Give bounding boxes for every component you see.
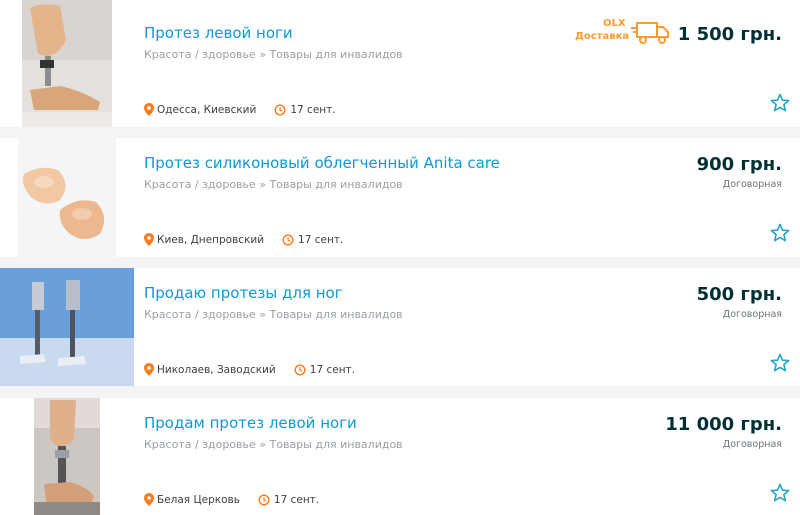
listing-card[interactable]: Продаю протезы для ног Красота / здоровь… [0, 268, 800, 386]
negotiable-label: Договорная [722, 439, 782, 450]
listing-title[interactable]: Продам протез левой ноги [144, 414, 357, 432]
listing-photo[interactable] [0, 398, 134, 515]
clock-refresh-icon [274, 103, 286, 116]
listing-meta: Одесса, Киевский 17 сент. [144, 103, 336, 116]
listing-meta: Белая Церковь 17 сент. [144, 493, 319, 506]
listing-meta: Киев, Днепровский 17 сент. [144, 233, 343, 246]
location-pin-icon [144, 363, 154, 376]
listing-photo[interactable] [0, 0, 134, 127]
olx-delivery-badge: OLX Доставка [573, 18, 673, 48]
listing-price: 900 грн. [696, 154, 782, 175]
listing-location: Одесса, Киевский [157, 103, 257, 116]
listing-meta: Николаев, Заводский 17 сент. [144, 363, 355, 376]
listing-date: 17 сент. [309, 363, 356, 376]
star-outline-icon[interactable] [770, 223, 790, 243]
listing-category: Красота / здоровье » Товары для инвалидо… [144, 178, 403, 191]
location-pin-icon [144, 493, 154, 506]
star-outline-icon[interactable] [770, 93, 790, 113]
listing-date: 17 сент. [298, 233, 344, 246]
listing-card[interactable]: Протез силиконовый облегченный Anita car… [0, 138, 800, 257]
listing-category: Красота / здоровье » Товары для инвалидо… [144, 308, 403, 321]
listing-title[interactable]: Протез силиконовый облегченный Anita car… [144, 154, 500, 172]
listing-price: 500 грн. [696, 284, 782, 305]
clock-refresh-icon [282, 233, 294, 246]
olx-delivery-label: Доставка [575, 31, 630, 42]
star-outline-icon[interactable] [770, 483, 790, 503]
olx-delivery-brand: OLX [603, 18, 626, 29]
listing-card[interactable]: Продам протез левой ноги Красота / здоро… [0, 398, 800, 515]
listing-location: Николаев, Заводский [157, 363, 276, 376]
listing-photo[interactable] [0, 268, 134, 386]
listing-photo[interactable] [0, 138, 134, 257]
delivery-truck-icon [631, 22, 669, 44]
listing-location: Киев, Днепровский [157, 233, 265, 246]
listing-card[interactable]: Протез левой ноги Красота / здоровье » Т… [0, 0, 800, 127]
listing-category: Красота / здоровье » Товары для инвалидо… [144, 48, 403, 61]
listing-category: Красота / здоровье » Товары для инвалидо… [144, 438, 403, 451]
listing-date: 17 сент. [290, 103, 336, 116]
listing-price: 11 000 грн. [665, 414, 782, 435]
listing-price: 1 500 грн. [677, 24, 782, 45]
listing-date: 17 сент. [273, 493, 320, 506]
clock-refresh-icon [258, 493, 270, 506]
clock-refresh-icon [294, 363, 306, 376]
listing-title[interactable]: Протез левой ноги [144, 24, 293, 42]
location-pin-icon [144, 103, 154, 116]
listing-title[interactable]: Продаю протезы для ног [144, 284, 343, 302]
negotiable-label: Договорная [722, 309, 782, 320]
listing-location: Белая Церковь [157, 493, 240, 506]
star-outline-icon[interactable] [770, 353, 790, 373]
location-pin-icon [144, 233, 154, 246]
negotiable-label: Договорная [722, 179, 782, 190]
